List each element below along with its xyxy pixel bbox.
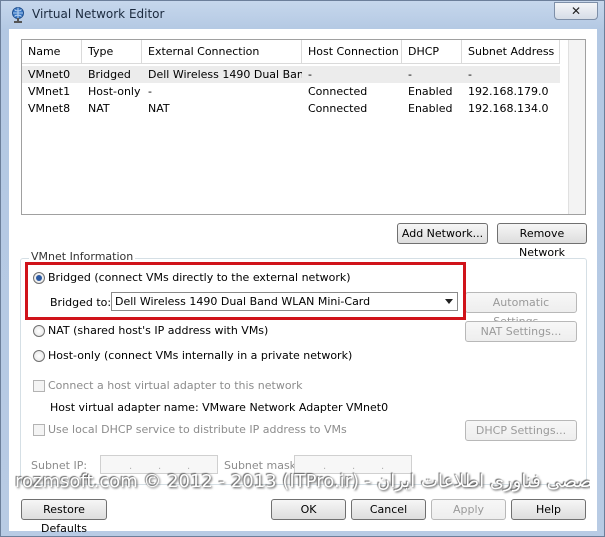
add-network-button[interactable]: Add Network...: [397, 223, 488, 244]
table-cell: -: [468, 68, 472, 81]
connect-adapter-checkbox[interactable]: [33, 380, 45, 392]
dhcp-settings-button[interactable]: DHCP Settings...: [465, 420, 577, 441]
table-cell: -: [308, 68, 312, 81]
table-cell: -: [408, 68, 412, 81]
column-header-host-connection[interactable]: Host Connection: [302, 40, 402, 64]
list-scrollbar[interactable]: [568, 40, 585, 214]
nat-label[interactable]: NAT (shared host's IP address with VMs): [48, 324, 268, 337]
dhcp-checkbox[interactable]: [33, 424, 45, 436]
close-button[interactable]: ✕: [554, 2, 598, 20]
table-cell: VMnet1: [28, 85, 71, 98]
window-title: Virtual Network Editor: [32, 7, 165, 21]
watermark-text: rozmsoft.com © 2012 - 2013 (ITPro.ir) - …: [15, 471, 590, 492]
nat-settings-button[interactable]: NAT Settings...: [465, 321, 577, 342]
dialog-window: Virtual Network Editor ✕ Name Type Exter…: [0, 0, 605, 537]
network-globe-icon: [12, 7, 24, 23]
table-cell: NAT: [148, 102, 170, 115]
column-header-subnet-address[interactable]: Subnet Address: [462, 40, 560, 64]
ok-button[interactable]: OK: [271, 499, 346, 520]
title-bar[interactable]: Virtual Network Editor ✕: [1, 1, 604, 28]
close-icon: ✕: [570, 4, 582, 18]
table-cell: VMnet0: [28, 68, 71, 81]
table-cell: Connected: [308, 85, 368, 98]
table-cell: Enabled: [408, 102, 453, 115]
column-header-external-connection[interactable]: External Connection: [142, 40, 302, 64]
restore-defaults-button[interactable]: Restore Defaults: [21, 499, 107, 535]
table-cell: VMnet8: [28, 102, 71, 115]
table-cell: Bridged: [88, 68, 131, 81]
table-cell: Host-only: [88, 85, 141, 98]
table-cell: 192.168.134.0: [468, 102, 549, 115]
network-list[interactable]: Name Type External Connection Host Conne…: [21, 39, 586, 215]
remove-network-button[interactable]: Remove Network: [497, 223, 587, 259]
apply-button[interactable]: Apply: [431, 499, 506, 520]
cancel-button[interactable]: Cancel: [351, 499, 426, 520]
table-cell: Connected: [308, 102, 368, 115]
table-cell: Dell Wireless 1490 Dual Ban...: [148, 68, 302, 81]
table-cell: 192.168.179.0: [468, 85, 549, 98]
host-only-label[interactable]: Host-only (connect VMs internally in a p…: [48, 349, 352, 362]
column-header-dhcp[interactable]: DHCP: [402, 40, 462, 64]
adapter-name-label: Host virtual adapter name: VMware Networ…: [50, 401, 389, 414]
table-row-vmnet8[interactable]: VMnet8 NAT NAT Connected Enabled 192.168…: [22, 100, 560, 117]
column-header-type[interactable]: Type: [82, 40, 142, 64]
dialog-content: Name Type External Connection Host Conne…: [9, 29, 597, 535]
table-cell: NAT: [88, 102, 110, 115]
table-row-vmnet0[interactable]: VMnet0 Bridged Dell Wireless 1490 Dual B…: [22, 66, 560, 83]
nat-radio[interactable]: [33, 325, 45, 337]
automatic-settings-button[interactable]: Automatic Settings...: [465, 292, 577, 328]
annotation-highlight-box: [25, 262, 466, 320]
connect-adapter-label[interactable]: Connect a host virtual adapter to this n…: [48, 379, 302, 392]
host-only-radio[interactable]: [33, 350, 45, 362]
help-button[interactable]: Help: [511, 499, 586, 520]
table-row-vmnet1[interactable]: VMnet1 Host-only - Connected Enabled 192…: [22, 83, 560, 100]
table-cell: -: [148, 85, 152, 98]
dhcp-label[interactable]: Use local DHCP service to distribute IP …: [48, 423, 347, 436]
column-header-name[interactable]: Name: [22, 40, 82, 64]
table-cell: Enabled: [408, 85, 453, 98]
